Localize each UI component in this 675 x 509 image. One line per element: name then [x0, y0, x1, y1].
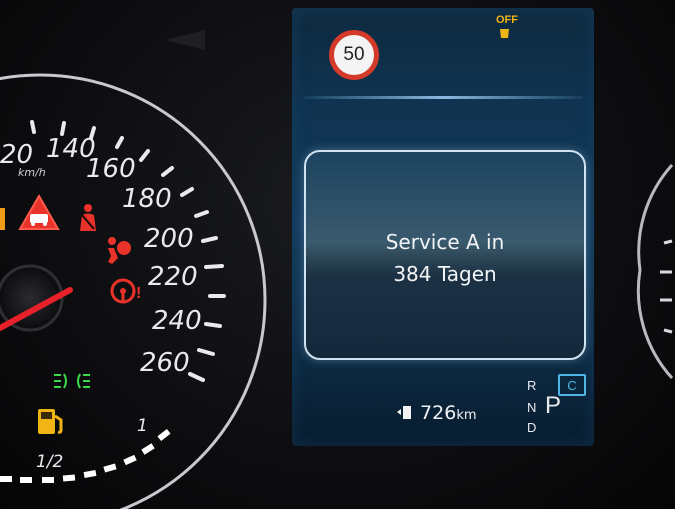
off-indicator-label: OFF: [496, 14, 518, 26]
turn-signal-icon: [165, 30, 205, 50]
drive-mode-badge: C: [558, 374, 586, 396]
center-display: 50 OFF Service A in 384 Tagen 726km R N …: [292, 8, 594, 446]
range-value: 726: [420, 402, 457, 424]
amber-indicator-icon: [0, 208, 5, 230]
fuel-full-label: 1: [137, 416, 148, 436]
gear-d: D: [527, 420, 537, 435]
speed-label: 220: [148, 262, 198, 292]
instrument-cluster: 20 140 160 180 200 220 240 260 km/h ! 1/…: [0, 0, 675, 509]
screen-divider: [304, 96, 582, 99]
speed-unit: km/h: [18, 166, 46, 179]
collision-warning-icon: [18, 194, 60, 230]
fuel-pump-icon: [396, 402, 414, 424]
off-indicator: OFF: [496, 14, 518, 40]
airbag-icon: [108, 237, 131, 264]
speed-label: 160: [86, 154, 136, 184]
fuel-segments: [0, 428, 171, 483]
parking-light-icon: [54, 373, 90, 389]
range-unit: km: [456, 408, 477, 423]
range-readout: 726km: [396, 402, 477, 424]
fuel-warning-icon: [38, 409, 63, 434]
service-message-box: Service A in 384 Tagen: [304, 150, 586, 360]
speed-label: 200: [144, 224, 194, 254]
cup-icon: [500, 29, 509, 38]
svg-text:!: !: [136, 285, 141, 302]
current-gear: P: [545, 392, 562, 419]
fuel-half-label: 1/2: [36, 452, 64, 472]
service-message-line1: Service A in: [385, 230, 505, 254]
speed-label: 240: [152, 306, 202, 336]
speed-label: 260: [140, 348, 190, 378]
speed-limit-sign: 50: [329, 30, 379, 80]
steering-warning-icon: !: [110, 278, 141, 304]
seatbelt-icon: [80, 204, 96, 231]
gear-r: R: [527, 378, 537, 393]
service-message-line2: 384 Tagen: [393, 262, 497, 286]
speed-label: 180: [122, 184, 172, 214]
gear-n: N: [527, 400, 537, 415]
right-gauge-ticks: [660, 239, 673, 334]
